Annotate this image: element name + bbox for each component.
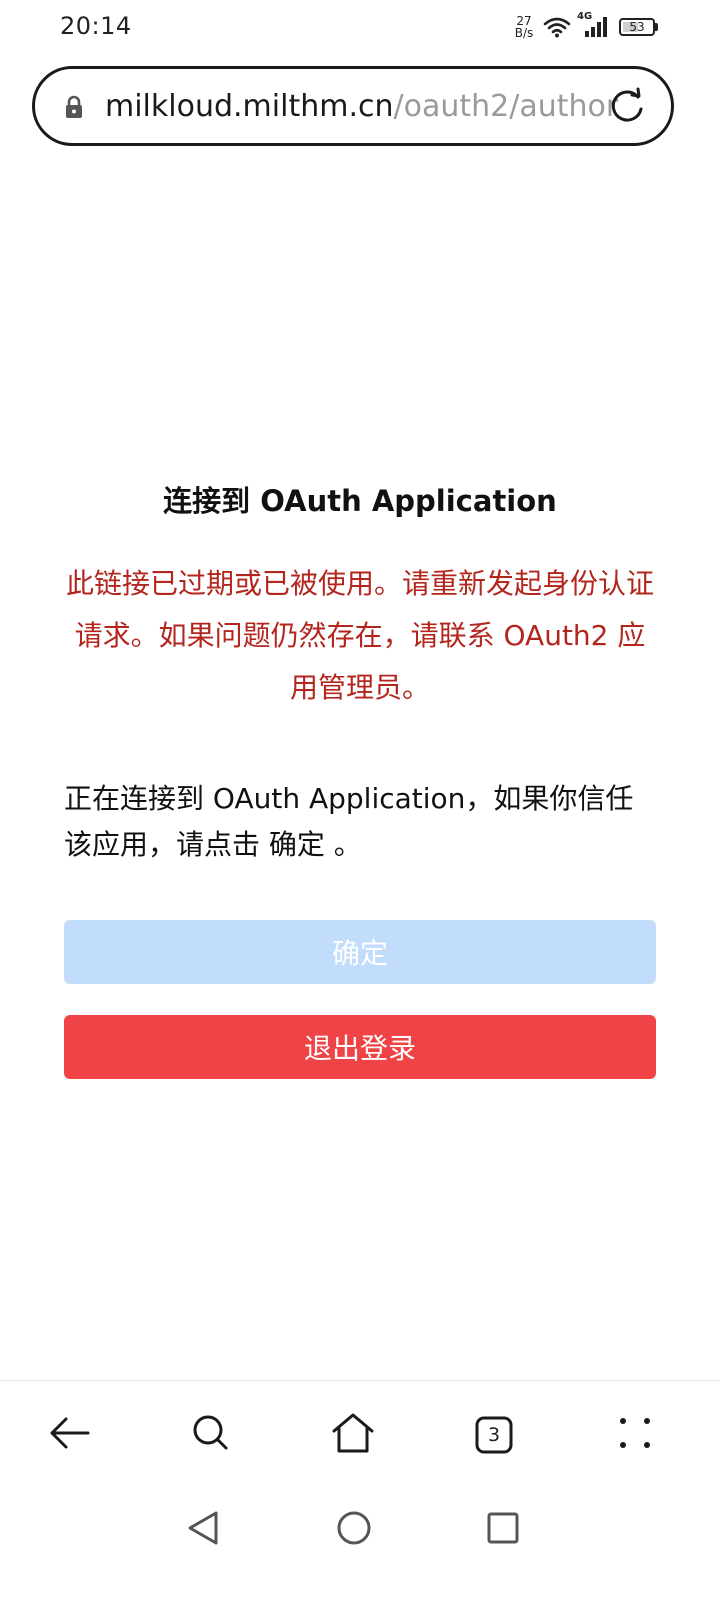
toolbar-divider	[0, 1380, 720, 1381]
circle-home-icon	[336, 1510, 372, 1550]
network-speed: 27 B/s	[511, 15, 537, 39]
arrow-left-icon	[48, 1415, 92, 1455]
back-button[interactable]	[45, 1410, 95, 1460]
confirm-button[interactable]: 确定	[64, 920, 656, 984]
battery-icon: 53	[619, 18, 655, 36]
wifi-icon	[543, 16, 571, 38]
home-icon	[330, 1411, 376, 1459]
nav-recents-button[interactable]	[483, 1510, 523, 1550]
browser-toolbar: 3	[0, 1395, 720, 1475]
status-indicators: 27 B/s 4G 53	[511, 11, 658, 42]
status-bar: 20:14 27 B/s 4G 53	[0, 0, 720, 56]
page-title: 连接到 OAuth Application	[163, 484, 557, 518]
error-message: 此链接已过期或已被使用。请重新发起身份认证请求。如果问题仍然存在，请联系 OAu…	[65, 567, 654, 704]
connect-message: 正在连接到 OAuth Application，如果你信任该应用，请点击 确定 …	[64, 782, 634, 861]
home-button[interactable]	[328, 1410, 378, 1460]
nav-back-button[interactable]	[183, 1510, 223, 1550]
tabs-icon: 3	[475, 1416, 513, 1454]
logout-button[interactable]: 退出登录	[64, 1015, 656, 1079]
search-button[interactable]	[186, 1410, 236, 1460]
system-nav-bar	[0, 1490, 720, 1570]
network-type-label: 4G	[577, 11, 593, 22]
url-text[interactable]: milkloud.milthm.cn/oauth2/author	[105, 69, 619, 143]
battery-level: 53	[629, 20, 645, 34]
menu-button[interactable]	[610, 1410, 660, 1460]
search-icon	[190, 1412, 232, 1458]
more-dots-icon	[617, 1415, 653, 1455]
cellular-signal-icon: 4G	[577, 11, 611, 39]
status-time: 20:14	[60, 12, 132, 40]
address-bar[interactable]: milkloud.milthm.cn/oauth2/author	[32, 66, 674, 146]
square-recents-icon	[486, 1511, 520, 1549]
url-host: milkloud.milthm.cn	[105, 88, 394, 124]
network-speed-unit: B/s	[514, 26, 534, 40]
nav-home-button[interactable]	[334, 1510, 374, 1550]
browser-page: 20:14 27 B/s 4G 53 milkloud.milthm.cn /o…	[0, 0, 720, 1600]
tabs-button[interactable]: 3	[469, 1410, 519, 1460]
battery-cap	[655, 23, 658, 31]
lock-icon[interactable]	[63, 95, 85, 123]
tabs-count: 3	[487, 1424, 501, 1446]
battery-indicator: 53	[617, 18, 658, 36]
reload-icon[interactable]	[607, 87, 647, 131]
url-path: /oauth2/author	[393, 88, 619, 124]
triangle-back-icon	[186, 1510, 220, 1550]
